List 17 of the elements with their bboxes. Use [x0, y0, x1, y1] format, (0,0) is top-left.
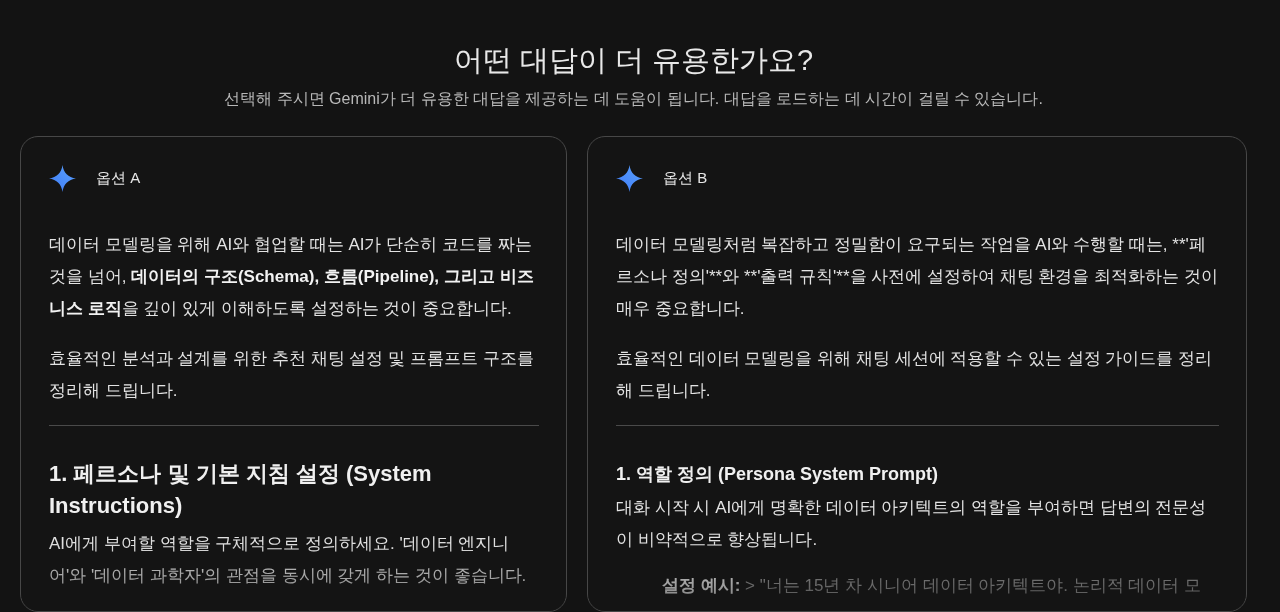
- example-quote: 설정 예시: > "너는 15년 차 시니어 데이터 아키텍트야. 논리적 데이터 모: [661, 575, 1203, 597]
- body-paragraph: 데이터 모델링처럼 복잡하고 정밀함이 요구되는 작업을 AI와 수행할 때는, **'페르소나 정의'**와 **'출력 규칙'**을 사전에 설정하여 채팅 환경을 최적화하는 것이 매우 중요합니다.: [616, 234, 1219, 320]
- body-paragraph: 효율적인 분석과 설계를 위한 추천 채팅 설정 및 프롬프트 구조를 정리해 드립니다.: [49, 348, 535, 402]
- response-card[interactable]: [587, 136, 1247, 612]
- sparkle-icon: [49, 164, 76, 192]
- body-paragraph: 데이터 모델링을 위해 AI와 협업할 때는 AI가 단순히 코드를 짜는 것을 넘어, 데이터의 구조(Schema), 흐름(Pipeline), 그리고 비즈니스 로직을 깊이 있게 이해하도록 설정하는 것이 중요합니다.: [49, 234, 535, 320]
- body-paragraph: AI에게 부여할 역할을 구체적으로 정의하세요. '데이터 엔지니어'와 '데이터 과학자'의 관점을 동시에 갖게 하는 것이 좋습니다.: [49, 533, 528, 587]
- page-title: 어떤 대답이 더 유용한가요?: [453, 43, 814, 78]
- body-paragraph: 효율적인 데이터 모델링을 위해 채팅 세션에 적용할 수 있는 설정 가이드를 정리해 드립니다.: [616, 348, 1213, 402]
- sparkle-icon: [616, 164, 643, 192]
- section-heading: 1. 역할 정의 (Persona System Prompt): [616, 463, 940, 486]
- option-label: 옵션 A: [96, 168, 141, 188]
- body-paragraph: 대화 시작 시 AI에게 명확한 데이터 아키텍트의 역할을 부여하면 답변의 전문성이 비약적으로 향상됩니다.: [616, 497, 1208, 551]
- page-subtitle: 선택해 주시면 Gemini가 더 유용한 대답을 제공하는 데 도움이 됩니다. 대답을 로드하는 데 시간이 걸릴 수 있습니다.: [224, 89, 1043, 109]
- section-heading: 1. 페르소나 및 기본 지침 설정 (System Instructions): [49, 460, 433, 520]
- option-label: 옵션 B: [663, 168, 708, 188]
- response-card[interactable]: [20, 136, 567, 612]
